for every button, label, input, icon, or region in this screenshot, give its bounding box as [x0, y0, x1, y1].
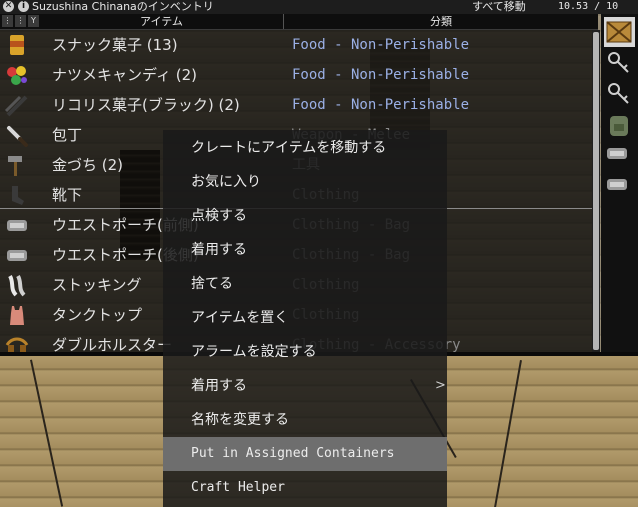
keyring-icon [608, 83, 629, 104]
menu-item-label: 捨てる [191, 276, 233, 292]
item-name: スナック菓子 (13) [52, 36, 178, 54]
weight-readout: 10.53 / 10 [558, 1, 619, 12]
inventory-row[interactable]: リコリス菓子(ブラック) (2) Food - Non-Perishable [0, 90, 592, 120]
menu-item-label: 名称を変更する [191, 412, 289, 428]
context-menu-item[interactable]: クレートにアイテムを移動する [163, 131, 447, 165]
context-menu-item[interactable]: 名称を変更する [163, 403, 447, 437]
context-menu-item[interactable]: 捨てる [163, 267, 447, 301]
menu-item-label: お気に入り [191, 174, 261, 190]
context-menu-item[interactable]: 着用する [163, 233, 447, 267]
holster-icon [4, 333, 30, 352]
item-name: 靴下 [52, 186, 83, 204]
item-category: Food - Non-Perishable [292, 67, 470, 83]
keyring-icon [608, 52, 629, 73]
list-view-icon[interactable]: ⋮ [15, 15, 26, 27]
menu-item-label: 着用する [191, 242, 247, 258]
menu-item-label: 点検する [191, 208, 247, 224]
context-menu-item[interactable]: Craft Helper [163, 471, 447, 505]
inventory-titlebar[interactable]: ✕ i Suzushina Chinanaのインベントリ すべて移動 10.53… [0, 0, 638, 14]
context-menu-item[interactable]: アイテムを置く [163, 301, 447, 335]
stockings-icon [4, 273, 30, 297]
menu-item-label: アイテムを置く [191, 310, 289, 326]
menu-item-label: Put in Assigned Containers [191, 446, 395, 461]
crate-icon [606, 21, 632, 43]
waist-pouch-container-button[interactable] [604, 172, 635, 202]
waist-pouch-icon [607, 179, 627, 190]
column-header: ⋮ ⋮ Y アイテム 分類 [0, 14, 598, 30]
candy-icon [4, 63, 30, 87]
keyring-container-button[interactable] [604, 79, 635, 109]
info-icon[interactable]: i [18, 1, 29, 12]
context-menu-item[interactable]: お気に入り [163, 165, 447, 199]
snack-icon [4, 33, 30, 57]
waist-pouch-icon [607, 148, 627, 159]
licorice-icon [4, 93, 30, 117]
column-item-header[interactable]: アイテム [140, 14, 183, 29]
knife-icon [4, 123, 30, 147]
menu-item-label: クレートにアイテムを移動する [191, 140, 387, 156]
crate-container-button[interactable] [604, 17, 635, 47]
backpack-container-button[interactable] [604, 110, 635, 140]
filter-icon[interactable]: Y [28, 15, 39, 27]
tank-top-icon [4, 303, 30, 327]
context-menu-item[interactable]: アラームを設定する [163, 335, 447, 369]
context-menu-item[interactable]: 点検する [163, 199, 447, 233]
item-name: ナツメキャンディ (2) [52, 66, 197, 84]
column-category-header[interactable]: 分類 [430, 14, 452, 29]
item-name: タンクトップ [52, 306, 143, 324]
item-name: ストッキング [52, 276, 142, 294]
item-name: リコリス菓子(ブラック) (2) [52, 96, 240, 114]
hammer-icon [4, 153, 30, 177]
item-name: 包丁 [52, 126, 83, 144]
menu-item-label: アラームを設定する [191, 344, 317, 360]
inventory-row[interactable]: スナック菓子 (13) Food - Non-Perishable [0, 30, 592, 60]
backpack-icon [610, 116, 628, 136]
waist-pouch-icon [4, 213, 30, 237]
waist-pouch-icon [4, 243, 30, 267]
inventory-row[interactable]: ナツメキャンディ (2) Food - Non-Perishable [0, 60, 592, 90]
item-category: Food - Non-Perishable [292, 97, 470, 113]
item-name: 金づち (2) [52, 156, 124, 174]
move-all-button[interactable]: すべて移動 [472, 0, 526, 14]
close-icon[interactable]: ✕ [3, 1, 14, 12]
scrollbar-thumb[interactable] [593, 32, 599, 350]
column-divider[interactable] [283, 14, 284, 29]
menu-item-label: 着用する [191, 378, 247, 394]
context-menu: クレートにアイテムを移動する お気に入り 点検する 着用する 捨てる アイテムを置く アラー… [163, 130, 447, 507]
waist-pouch-container-button[interactable] [604, 141, 635, 171]
submenu-arrow-icon: > [435, 378, 446, 393]
inventory-scrollbar[interactable] [592, 30, 600, 352]
context-menu-item[interactable]: Put in Assigned Containers [163, 437, 447, 471]
container-sidebar [601, 14, 638, 356]
item-name: ダブルホルスター [52, 336, 173, 352]
list-view-icon[interactable]: ⋮ [2, 15, 13, 27]
menu-item-label: Craft Helper [191, 480, 285, 495]
inventory-title: Suzushina Chinanaのインベントリ [32, 0, 214, 13]
socks-icon [4, 183, 30, 207]
keyring-container-button[interactable] [604, 48, 635, 78]
context-menu-item[interactable]: 着用する > [163, 369, 447, 403]
item-category: Food - Non-Perishable [292, 37, 470, 53]
